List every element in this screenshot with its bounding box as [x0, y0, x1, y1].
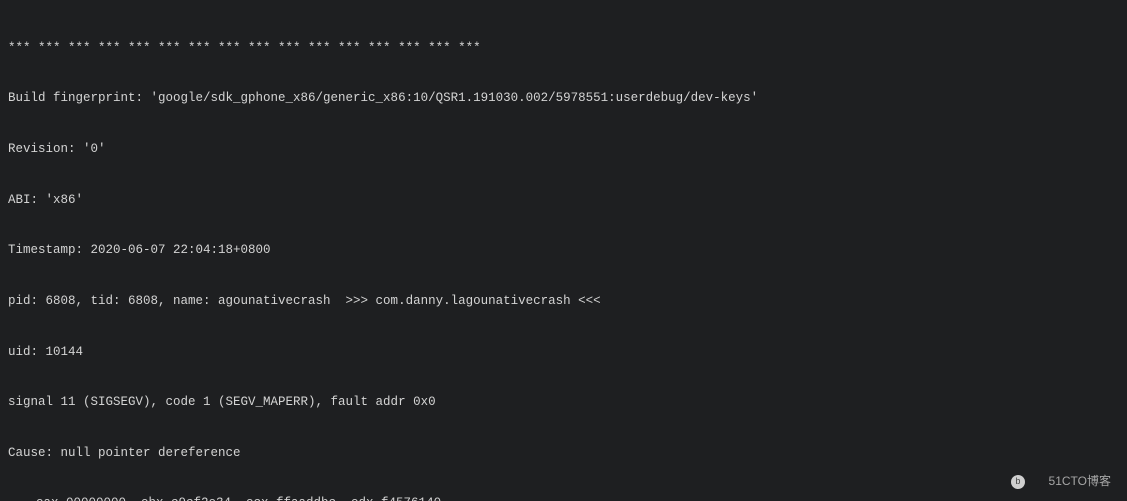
separator-line: *** *** *** *** *** *** *** *** *** *** …: [8, 40, 1119, 57]
pid-tid-name: pid: 6808, tid: 6808, name: agounativecr…: [8, 293, 1119, 310]
uid: uid: 10144: [8, 344, 1119, 361]
watermark-icon: b: [1011, 475, 1025, 489]
terminal-output: *** *** *** *** *** *** *** *** *** *** …: [0, 0, 1127, 501]
abi: ABI: 'x86': [8, 192, 1119, 209]
cause-line: Cause: null pointer dereference: [8, 445, 1119, 462]
signal-line: signal 11 (SIGSEGV), code 1 (SEGV_MAPERR…: [8, 394, 1119, 411]
watermark-icon-glyph: b: [1015, 476, 1020, 488]
build-fingerprint: Build fingerprint: 'google/sdk_gphone_x8…: [8, 90, 1119, 107]
revision: Revision: '0': [8, 141, 1119, 158]
timestamp: Timestamp: 2020-06-07 22:04:18+0800: [8, 242, 1119, 259]
watermark-text: 51CTO博客: [1049, 473, 1111, 489]
registers-row-1: eax 00000000 ebx c9cf2e34 ecx ffaaddbc e…: [8, 495, 1119, 501]
